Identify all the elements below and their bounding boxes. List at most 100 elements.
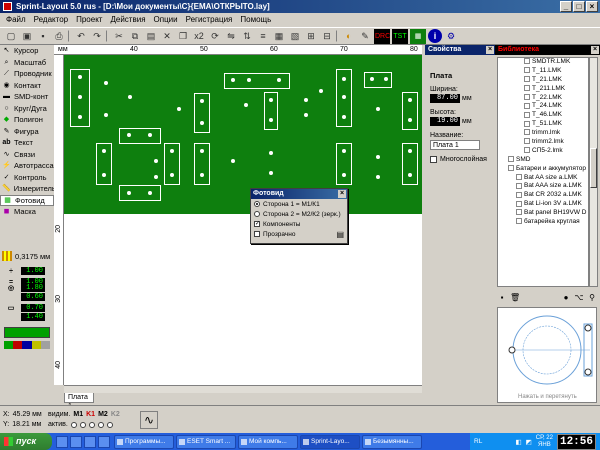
group-icon[interactable]: ▦ — [272, 29, 286, 43]
tool-polygon[interactable]: ◆ Полигон — [0, 114, 54, 126]
layer-toggle-k1[interactable]: K1 — [86, 410, 95, 420]
connection-mode-icon[interactable]: ∿ — [140, 411, 158, 429]
transparent-checkbox[interactable]: Прозрачно ▤ — [251, 229, 347, 239]
close-icon[interactable]: × — [486, 46, 494, 54]
taskbar-button[interactable]: ESET Smart ... — [176, 434, 236, 449]
library-item[interactable]: Bat panel BH19VW D — [498, 209, 588, 218]
library-item[interactable]: батарейка круглая — [498, 218, 588, 227]
pcb-canvas[interactable] — [64, 55, 422, 385]
pad-hole[interactable] — [342, 173, 346, 177]
tool-pad[interactable]: ◉ Контакт — [0, 80, 54, 92]
pad-hole[interactable] — [269, 118, 273, 122]
record-icon[interactable]: ● — [561, 293, 571, 302]
layer-toggle-m2[interactable]: M2 — [98, 410, 108, 420]
library-item[interactable]: trimm.lmk — [498, 129, 588, 138]
trash-icon[interactable]: 🗑 — [510, 293, 520, 302]
menu-options[interactable]: Опции — [150, 13, 182, 26]
photoview-icon[interactable]: ▦ — [410, 28, 426, 44]
minimize-button[interactable]: _ — [560, 1, 572, 12]
tool-measure[interactable]: 📏 Измеритель — [0, 183, 56, 195]
pad-hole[interactable] — [148, 191, 152, 195]
menu-project[interactable]: Проект — [72, 13, 106, 26]
snap-icon[interactable]: ⊞ — [304, 29, 318, 43]
active-layer-radio[interactable] — [88, 422, 95, 428]
pcb-board[interactable] — [64, 55, 422, 214]
tool-text[interactable]: ab Текст — [0, 137, 54, 149]
cut-icon[interactable]: ✂ — [112, 29, 126, 43]
tool-zoom[interactable]: ⌕ Масштаб — [0, 57, 54, 69]
pad-hole[interactable] — [269, 151, 273, 155]
save-icon[interactable]: ▪ — [497, 293, 507, 302]
library-item[interactable]: T_211.LMK — [498, 85, 588, 94]
undo-icon[interactable]: ↶ — [74, 29, 88, 43]
pad-hole[interactable] — [269, 98, 273, 102]
pad-hole[interactable] — [384, 77, 388, 81]
tray-icon[interactable]: ◩ — [526, 438, 532, 446]
delete-icon[interactable]: ✕ — [160, 29, 174, 43]
mirror-h-icon[interactable]: ⇋ — [224, 29, 238, 43]
library-item[interactable]: T_24.LMK — [498, 102, 588, 111]
pad-hole[interactable] — [247, 78, 251, 82]
library-item[interactable]: T_11.LMK — [498, 67, 588, 76]
library-item[interactable]: Батареи и аккумулятор — [498, 165, 588, 174]
pad-hole[interactable] — [408, 118, 412, 122]
filter-icon[interactable]: ⌥ — [574, 293, 584, 302]
menu-file[interactable]: Файл — [2, 13, 30, 26]
layer-toggle-m1[interactable]: M1 — [73, 410, 83, 420]
pad-hole[interactable] — [154, 175, 158, 179]
new-icon[interactable]: ▢ — [4, 29, 18, 43]
pad-hole[interactable] — [231, 78, 235, 82]
tool-shape[interactable]: ✎ Фигура — [0, 126, 54, 138]
side2-radio[interactable]: Сторона 2 = М2/К2 (зерк.) — [251, 209, 347, 219]
pad-hole[interactable] — [177, 107, 181, 111]
active-layer-radio[interactable] — [97, 422, 104, 428]
components-checkbox[interactable]: ✓ Компоненты — [251, 219, 347, 229]
taskbar-button[interactable]: Безымянны... — [362, 434, 422, 449]
copy-icon[interactable]: ⧉ — [128, 29, 142, 43]
component-outline[interactable] — [119, 185, 161, 201]
tool-autoroute[interactable]: ⚡ Автотрасса — [0, 160, 54, 172]
param-pad-outer[interactable]: ◎ 1.80 — [4, 284, 45, 292]
quicklaunch-icon[interactable] — [56, 435, 68, 448]
pad-hole[interactable] — [78, 95, 82, 99]
pad-hole[interactable] — [104, 81, 108, 85]
lock-icon[interactable]: ⊟ — [320, 29, 334, 43]
pad-hole[interactable] — [231, 159, 235, 163]
open-icon[interactable]: ▣ — [20, 29, 34, 43]
taskbar-button[interactable]: Программы... — [114, 434, 174, 449]
param-value[interactable]: 0.60 — [21, 293, 45, 301]
pad-hole[interactable] — [408, 149, 412, 153]
pad-hole[interactable] — [304, 113, 308, 117]
library-item[interactable]: Bat Li-ion 3V a.LMK — [498, 200, 588, 209]
pad-hole[interactable] — [370, 77, 374, 81]
active-layer-radio[interactable] — [70, 422, 77, 428]
tool-circle[interactable]: ○ Круг/Дуга — [0, 103, 54, 115]
radio-indicator[interactable] — [254, 201, 260, 207]
active-layer-radio[interactable] — [79, 422, 86, 428]
pad-hole[interactable] — [376, 155, 380, 159]
param-value[interactable]: 1.00 — [21, 267, 45, 275]
pad-hole[interactable] — [342, 115, 346, 119]
menu-registration[interactable]: Регистрация — [182, 13, 237, 26]
width-input[interactable]: 87.00 — [430, 94, 460, 103]
param-value[interactable]: 1.80 — [21, 284, 45, 292]
library-item[interactable]: SMD — [498, 156, 588, 165]
pad-hole[interactable] — [127, 191, 131, 195]
checkbox-indicator[interactable] — [430, 156, 437, 163]
menu-edit[interactable]: Редактор — [30, 13, 72, 26]
ungroup-icon[interactable]: ▧ — [288, 29, 302, 43]
library-item[interactable]: СП5-2.lmk — [498, 147, 588, 156]
param-track-width[interactable]: ÷ 1.00 — [4, 267, 45, 275]
pad-hole[interactable] — [342, 149, 346, 153]
library-item[interactable]: Bat CR 2032 a.LMK — [498, 191, 588, 200]
pad-hole[interactable] — [342, 77, 346, 81]
library-item[interactable]: T_21.LMK — [498, 76, 588, 85]
grid-selector[interactable]: 0,3175 мм — [2, 251, 50, 261]
library-preview[interactable]: Нажать и перетянуть — [497, 307, 597, 403]
align-icon[interactable]: ≡ — [256, 29, 270, 43]
pad-hole[interactable] — [277, 78, 281, 82]
tool-connection[interactable]: ∿ Связи — [0, 149, 54, 161]
checkbox-indicator[interactable]: ✓ — [254, 221, 260, 227]
library-item[interactable]: T_22.LMK — [498, 94, 588, 103]
search-icon[interactable]: ⚲ — [587, 293, 597, 302]
